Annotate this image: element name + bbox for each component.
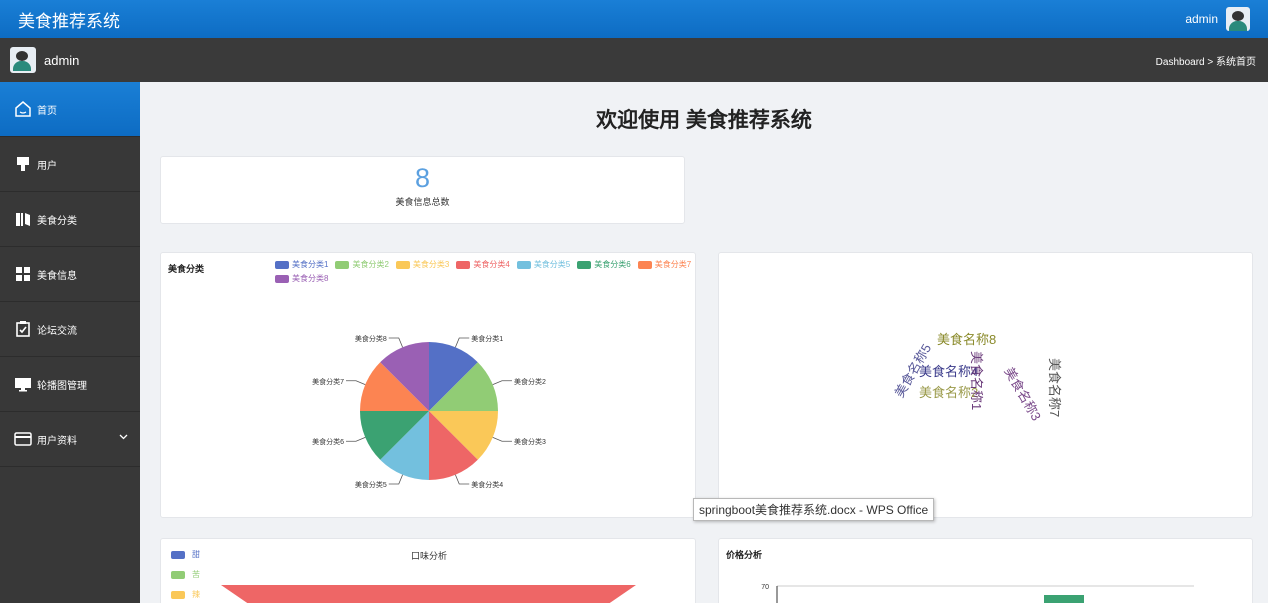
sidebar-item-food-info[interactable]: 美食信息	[0, 247, 140, 302]
sidebar-item-label: 论坛交流	[37, 325, 77, 337]
sidebar-item-label: 首页	[37, 105, 57, 117]
label-leader-line	[455, 337, 470, 348]
sidebar-item-carousel[interactable]: 轮播图管理	[0, 357, 140, 412]
label-leader-line	[492, 380, 512, 385]
stat-value: 8	[414, 163, 431, 193]
bar-chart[interactable]: 70	[719, 539, 1254, 603]
slice-label: 美食分类6	[312, 437, 344, 446]
monitor-icon	[14, 375, 32, 393]
sidebar-item-label: 轮播图管理	[37, 380, 87, 392]
funnel-chart[interactable]	[161, 539, 697, 603]
top-header: 美食推荐系统 admin	[0, 0, 1268, 38]
header-user[interactable]: admin	[1185, 7, 1250, 31]
sidebar-item-profile[interactable]: 用户资料	[0, 412, 140, 467]
word-cloud-word: 美食名称7	[1047, 358, 1062, 418]
sidebar-item-home[interactable]: 首页	[0, 82, 140, 137]
sidebar: 首页 用户 美食分类 美食信息 论坛交流 轮播图管理 用户资料	[0, 82, 140, 603]
user-icon	[14, 155, 32, 173]
y-tick-label: 70	[761, 584, 769, 591]
bar-chart-card: 价格分析 70	[718, 538, 1253, 603]
sidebar-item-label: 美食信息	[37, 270, 77, 282]
label-leader-line	[388, 474, 403, 485]
chevron-down-icon[interactable]	[119, 432, 128, 443]
window-tooltip: springboot美食推荐系统.docx - WPS Office	[693, 498, 935, 521]
avatar	[10, 47, 36, 73]
funnel-chart-card: 口味分析 甜苦辣	[160, 538, 696, 603]
home-icon	[14, 100, 32, 118]
sidebar-item-food-category[interactable]: 美食分类	[0, 192, 140, 247]
sidebar-item-forum[interactable]: 论坛交流	[0, 302, 140, 357]
label-leader-line	[492, 437, 512, 442]
avatar[interactable]	[1226, 7, 1250, 31]
header-user-name: admin	[1185, 12, 1218, 26]
slice-label: 美食分类3	[514, 437, 546, 446]
sidebar-user: admin	[10, 47, 79, 73]
word-cloud-word: 美食名称1	[969, 351, 984, 411]
clipboard-check-icon	[14, 320, 32, 338]
word-cloud-word: 美食名称8	[937, 332, 997, 347]
stat-card: 8 美食信息总数	[160, 156, 685, 224]
label-leader-line	[388, 337, 403, 348]
slice-label: 美食分类2	[514, 377, 546, 386]
stat-label: 美食信息总数	[395, 197, 450, 207]
sidebar-user-name: admin	[44, 52, 80, 68]
sidebar-item-label: 用户	[37, 160, 57, 172]
slice-label: 美食分类8	[355, 334, 387, 343]
book-icon	[14, 210, 32, 228]
page-title: 欢迎使用 美食推荐系统	[596, 109, 812, 132]
sub-header: admin Dashboard > 系统首页	[0, 38, 1268, 82]
funnel-segment	[221, 585, 636, 603]
label-leader-line	[455, 474, 470, 485]
app-title: 美食推荐系统	[18, 11, 120, 31]
sidebar-item-user[interactable]: 用户	[0, 137, 140, 192]
slice-label: 美食分类1	[471, 334, 503, 343]
pie-chart[interactable]: 美食分类1 美食分类2 美食分类3 美食分类4 美食分类5 美食分类6 美食分类7 美食分类8	[161, 253, 697, 519]
main-content: 欢迎使用 美食推荐系统 8 美食信息总数 美食分类 美食分类1 美食分类2 美食分类…	[140, 82, 1268, 603]
label-leader-line	[346, 380, 366, 385]
card-icon	[14, 430, 32, 448]
pie-chart-card: 美食分类 美食分类1 美食分类2 美食分类3 美食分类4 美食分类5 美食分类6 美食分类7…	[160, 252, 696, 518]
word-cloud-word: 美食名称3	[1001, 364, 1045, 424]
wordcloud-card: 美食名称8 美食名称5 美食名称4 美食名称2 美食名称1 美食名称3 美食名称7	[718, 252, 1253, 518]
slice-label: 美食分类5	[355, 480, 387, 489]
grid-icon	[14, 265, 32, 283]
label-leader-line	[346, 437, 366, 442]
breadcrumb[interactable]: Dashboard > 系统首页	[1156, 53, 1256, 68]
slice-label: 美食分类4	[471, 480, 503, 489]
bar	[1044, 595, 1084, 603]
sidebar-item-label: 美食分类	[37, 215, 77, 227]
slice-label: 美食分类7	[312, 377, 344, 386]
sidebar-item-label: 用户资料	[37, 435, 77, 447]
